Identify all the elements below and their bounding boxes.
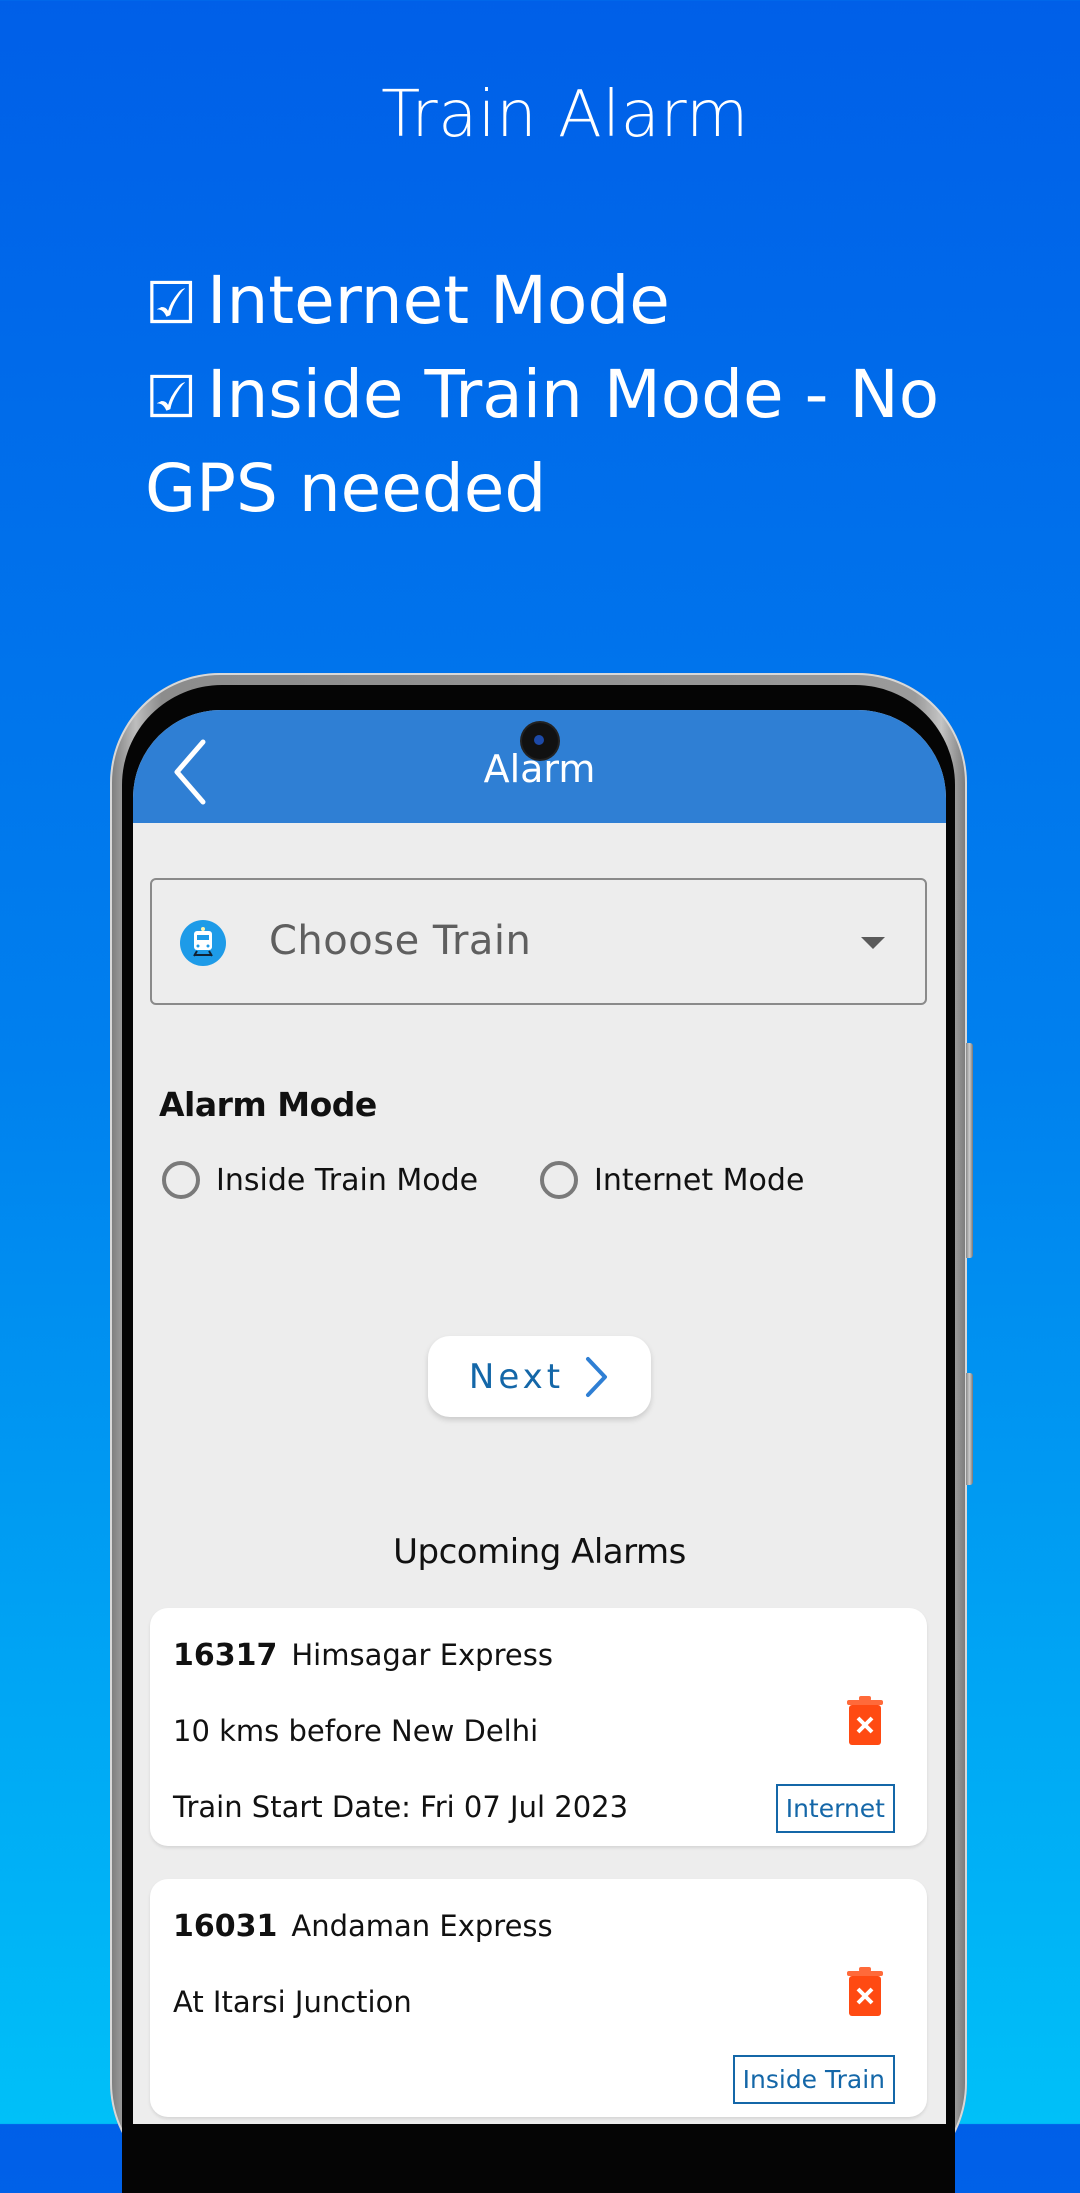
radio-label: Internet Mode — [594, 1162, 805, 1198]
upcoming-alarms-title: Upcoming Alarms — [393, 1532, 686, 1572]
radio-button-icon[interactable] — [162, 1161, 200, 1199]
feature-list: ☑ Internet Mode ☑ Inside Train Mode - No G… — [145, 255, 1045, 534]
choose-train-placeholder: Choose Train — [269, 918, 532, 964]
train-number: 16317 — [173, 1638, 278, 1673]
train-number: 16031 — [173, 1909, 278, 1944]
feature-text: Inside Train Mode - No GPS needed — [145, 356, 940, 527]
alarm-card[interactable]: 16317 Himsagar Express 10 kms before New … — [150, 1608, 927, 1846]
radio-inside-train-mode[interactable]: Inside Train Mode — [162, 1161, 478, 1199]
app-screen: Alarm Choose Train Alarm Mode Inside Tra… — [133, 710, 946, 2124]
choose-train-dropdown[interactable]: Choose Train — [150, 878, 927, 1005]
promo-title: Train Alarm — [381, 78, 749, 152]
alarm-train: 16317 Himsagar Express — [173, 1638, 553, 1673]
train-icon — [180, 920, 226, 966]
caret-down-icon — [861, 937, 885, 949]
alarm-mode-label: Alarm Mode — [159, 1085, 377, 1124]
alarm-location: At Itarsi Junction — [173, 1985, 412, 2019]
trash-delete-icon[interactable] — [845, 1696, 885, 1746]
next-button[interactable]: Next — [428, 1336, 651, 1417]
radio-label: Inside Train Mode — [216, 1162, 479, 1198]
alarm-start-date: Train Start Date: Fri 07 Jul 2023 — [173, 1790, 629, 1824]
feature-inside-train-mode: ☑ Inside Train Mode - No GPS needed — [145, 349, 1045, 534]
power-button — [966, 1373, 973, 1485]
front-camera — [522, 723, 558, 759]
checkbox-icon: ☑ — [145, 363, 197, 431]
mode-badge: Internet — [775, 1784, 895, 1833]
alarm-card[interactable]: 16031 Andaman Express At Itarsi Junction … — [150, 1879, 927, 2117]
radio-internet-mode[interactable]: Internet Mode — [540, 1161, 804, 1199]
volume-button — [966, 1043, 973, 1258]
feature-text: Internet Mode — [207, 262, 670, 339]
mode-badge: Inside Train — [732, 2055, 895, 2104]
feature-internet-mode: ☑ Internet Mode — [145, 255, 1045, 349]
checkbox-icon: ☑ — [145, 269, 197, 337]
next-label: Next — [468, 1356, 565, 1397]
app-bar: Alarm — [133, 710, 946, 823]
train-name: Andaman Express — [291, 1909, 553, 1943]
trash-delete-icon[interactable] — [845, 1967, 885, 2017]
alarm-location: 10 kms before New Delhi — [173, 1714, 539, 1748]
alarm-train: 16031 Andaman Express — [173, 1909, 553, 1944]
train-name: Himsagar Express — [291, 1638, 553, 1672]
chevron-right-icon — [586, 1356, 608, 1397]
radio-button-icon[interactable] — [540, 1161, 578, 1199]
